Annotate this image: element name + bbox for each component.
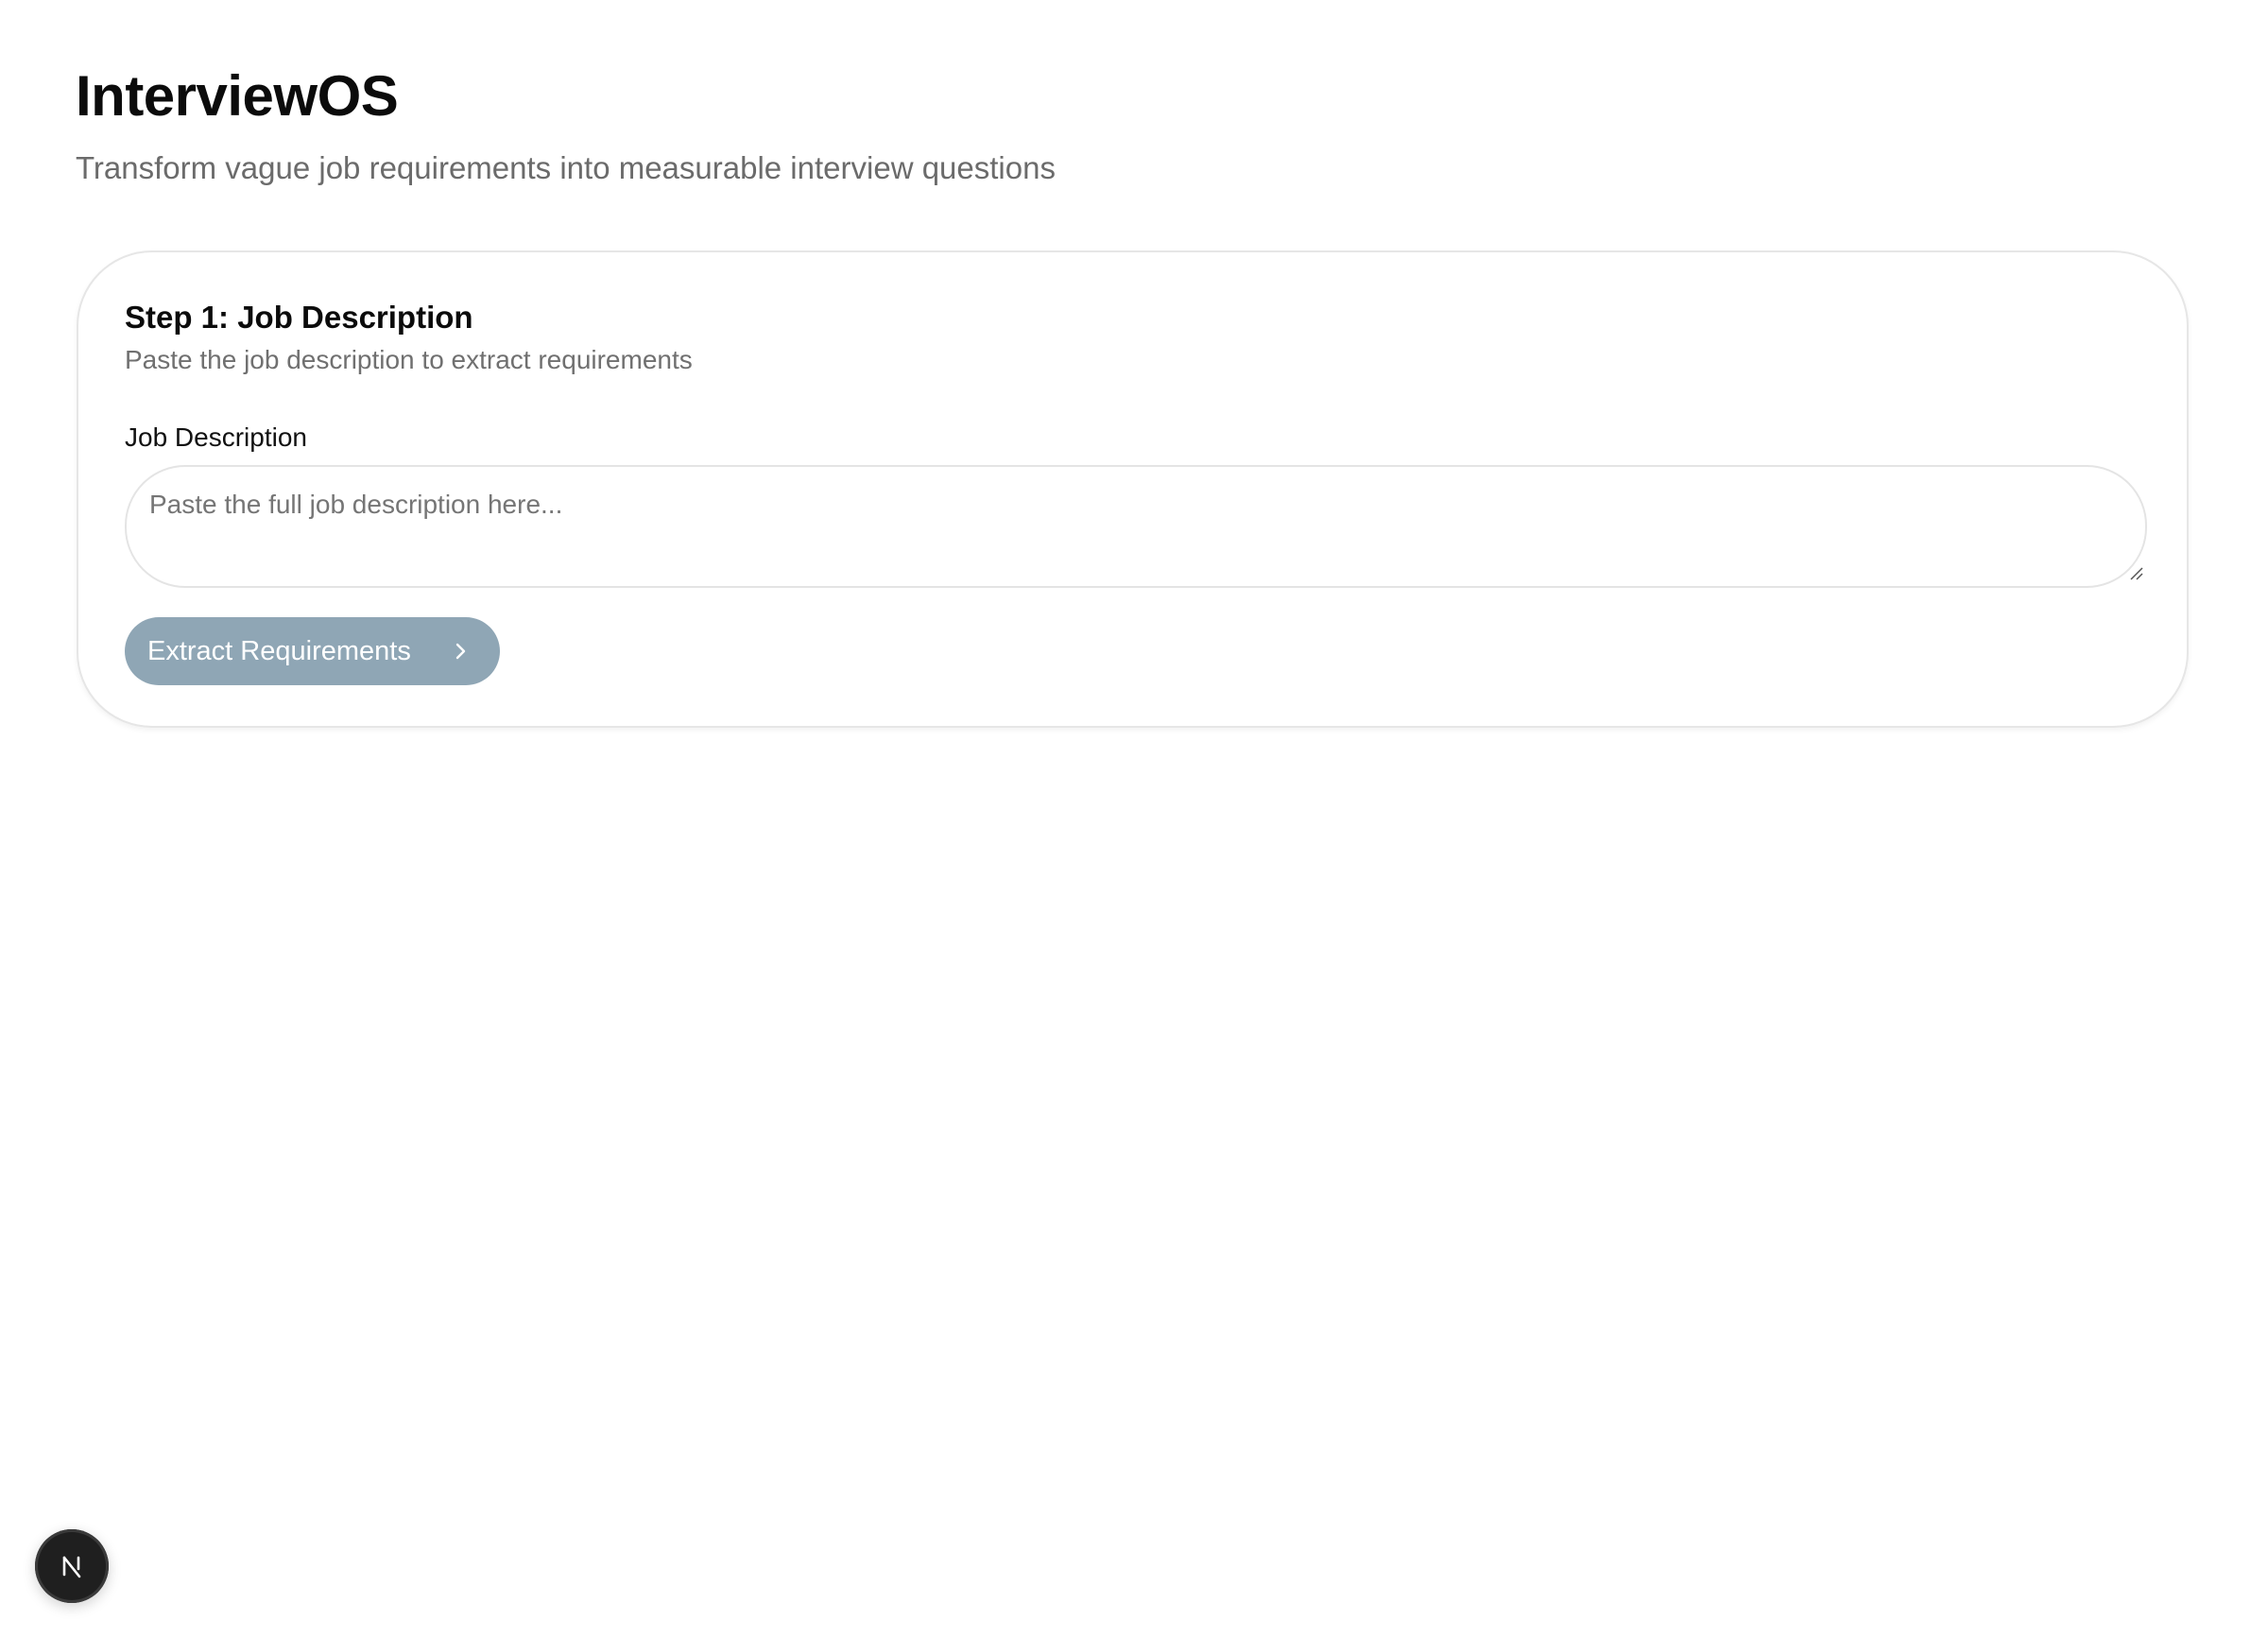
job-description-card: Step 1: Job Description Paste the job de… [77,250,2189,728]
nextjs-dev-indicator-button[interactable] [35,1529,109,1603]
extract-requirements-label: Extract Requirements [147,635,411,666]
job-description-textarea[interactable] [125,465,2147,588]
job-description-label: Job Description [125,422,307,452]
page: InterviewOS Transform vague job requirem… [0,0,2268,1637]
app-title: InterviewOS [76,64,399,128]
job-description-field-wrapper [125,465,2147,588]
resize-handle-icon[interactable] [2128,565,2143,580]
app-header: InterviewOS Transform vague job requirem… [76,59,1056,189]
app-subtitle: Transform vague job requirements into me… [76,150,1056,185]
nextjs-logo-icon [62,1556,81,1578]
card-description: Paste the job description to extract req… [125,345,693,374]
card-title: Step 1: Job Description [125,300,473,335]
chevron-right-icon [455,643,466,660]
extract-requirements-button[interactable]: Extract Requirements [125,617,500,685]
